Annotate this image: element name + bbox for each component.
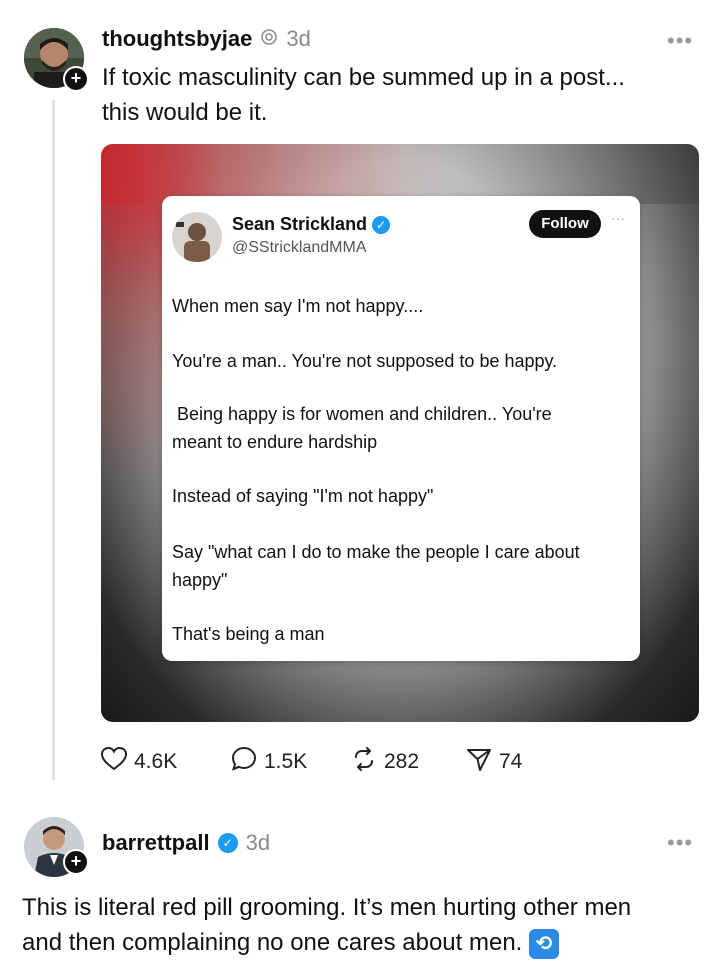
repeat-emoji-icon: ⟲ bbox=[529, 928, 560, 959]
repost-button[interactable]: 282 bbox=[350, 745, 465, 779]
embedded-paragraph: When men say I'm not happy.... bbox=[172, 296, 424, 316]
post-actions: 4.6K 1.5K 282 74 bbox=[100, 745, 565, 779]
repost-icon bbox=[350, 745, 378, 779]
follow-button[interactable]: Follow bbox=[529, 210, 601, 238]
thread-line bbox=[52, 100, 55, 780]
post-text: If toxic masculinity can be summed up in… bbox=[102, 60, 702, 130]
like-button[interactable]: 4.6K bbox=[100, 745, 230, 779]
embedded-paragraph: That's being a man bbox=[172, 624, 325, 644]
verified-icon: ✓ bbox=[217, 833, 238, 853]
share-icon bbox=[465, 745, 493, 779]
embedded-paragraph: happy" bbox=[172, 570, 228, 590]
follow-plus-icon[interactable]: + bbox=[63, 66, 89, 92]
post-header: barrettpall ✓ 3d bbox=[102, 830, 270, 856]
embedded-author: Sean Strickland ✓ bbox=[232, 214, 391, 235]
post-text-line: this would be it. bbox=[102, 99, 268, 126]
more-options-icon[interactable]: ••• bbox=[667, 830, 693, 856]
embedded-more-icon: ··· bbox=[611, 210, 625, 226]
post-text: This is literal red pill grooming. It’s … bbox=[22, 890, 712, 960]
reply-count: 1.5K bbox=[264, 750, 308, 773]
post-header: thoughtsbyjae 3d bbox=[102, 26, 311, 52]
more-options-icon[interactable]: ••• bbox=[667, 28, 693, 54]
post-text-span: and then complaining no one cares about … bbox=[22, 929, 523, 956]
reply-button[interactable]: 1.5K bbox=[230, 745, 350, 779]
threads-icon bbox=[260, 28, 278, 51]
heart-icon bbox=[100, 746, 128, 778]
like-count: 4.6K bbox=[134, 750, 178, 773]
share-button[interactable]: 74 bbox=[465, 745, 565, 779]
avatar-sean-strickland bbox=[172, 212, 222, 262]
comment-icon bbox=[230, 745, 258, 779]
embedded-name: Sean Strickland bbox=[232, 214, 368, 234]
post-text-line: If toxic masculinity can be summed up in… bbox=[102, 64, 625, 91]
follow-plus-icon[interactable]: + bbox=[63, 849, 89, 875]
share-count: 74 bbox=[499, 750, 523, 773]
embedded-paragraph: You're a man.. You're not supposed to be… bbox=[172, 351, 558, 371]
embedded-paragraph: meant to endure hardship bbox=[172, 432, 378, 452]
embedded-paragraph: Instead of saying "I'm not happy" bbox=[172, 486, 434, 506]
verified-icon: ✓ bbox=[372, 215, 391, 234]
repost-count: 282 bbox=[384, 750, 420, 773]
embedded-handle: @SStricklandMMA bbox=[232, 239, 367, 256]
post-text-line: and then complaining no one cares about … bbox=[22, 925, 712, 960]
image-background bbox=[101, 144, 699, 204]
username[interactable]: thoughtsbyjae bbox=[102, 26, 252, 52]
embedded-paragraph: Say "what can I do to make the people I … bbox=[172, 542, 580, 562]
post-text-line: This is literal red pill grooming. It’s … bbox=[22, 894, 632, 921]
timestamp: 3d bbox=[286, 26, 311, 51]
embedded-paragraph: Being happy is for women and children.. … bbox=[172, 404, 552, 424]
embedded-tweet-card: Sean Strickland ✓ @SStricklandMMA Follow… bbox=[162, 196, 640, 661]
post-image[interactable]: Sean Strickland ✓ @SStricklandMMA Follow… bbox=[101, 144, 699, 722]
username[interactable]: barrettpall bbox=[102, 830, 210, 856]
timestamp: 3d bbox=[245, 830, 271, 855]
